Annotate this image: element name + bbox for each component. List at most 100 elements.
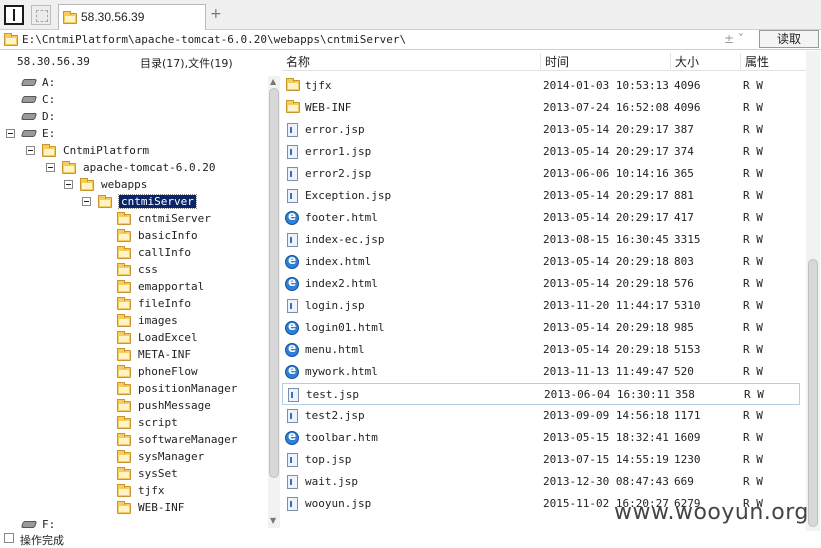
file-name: error2.jsp <box>305 167 372 180</box>
file-attr: R W <box>743 431 763 444</box>
file-size: 1609 <box>674 431 701 444</box>
file-row[interactable]: mywork.html 2013-11-13 11:49:47 520 R W <box>282 361 800 383</box>
file-scroll-thumb[interactable] <box>808 259 818 527</box>
file-row[interactable]: error1.jsp 2013-05-14 20:29:17 374 R W <box>282 141 800 163</box>
col-time[interactable]: 时间 <box>540 53 569 69</box>
add-tab-button[interactable]: + <box>210 6 222 22</box>
tree-label: cntmiServer <box>118 194 197 209</box>
folder-icon <box>63 11 77 24</box>
tree-drive[interactable]: D: <box>0 108 268 125</box>
tree-label: phoneFlow <box>138 365 198 378</box>
folder-icon <box>117 212 131 225</box>
tree-folder[interactable]: basicInfo <box>0 227 268 244</box>
file-time: 2013-12-30 08:47:43 <box>543 475 669 488</box>
file-row[interactable]: WEB-INF 2013-07-24 16:52:08 4096 R W <box>282 97 800 119</box>
file-row[interactable]: index2.html 2013-05-14 20:29:18 576 R W <box>282 273 800 295</box>
tree-label: sysSet <box>138 467 178 480</box>
tree-folder[interactable]: LoadExcel <box>0 329 268 346</box>
tree-folder[interactable]: fileInfo <box>0 295 268 312</box>
folder-icon <box>117 501 131 514</box>
tree-label: pushMessage <box>138 399 211 412</box>
file-size: 985 <box>674 321 694 334</box>
file-row[interactable]: toolbar.htm 2013-05-15 18:32:41 1609 R W <box>282 427 800 449</box>
file-name: menu.html <box>305 343 365 356</box>
tree-folder[interactable]: emapportal <box>0 278 268 295</box>
col-size[interactable]: 大小 <box>670 53 699 69</box>
left-header: 58.30.56.39 目录(17),文件(19) <box>0 51 278 71</box>
file-name: tjfx <box>305 79 332 92</box>
file-row[interactable]: error.jsp 2013-05-14 20:29:17 387 R W <box>282 119 800 141</box>
tree-folder[interactable]: css <box>0 261 268 278</box>
file-attr: R W <box>743 101 763 114</box>
jsp-file-icon <box>288 388 299 402</box>
tree-folder[interactable]: sysSet <box>0 465 268 482</box>
file-scrollbar[interactable] <box>806 51 820 531</box>
tree-folder[interactable]: apache-tomcat-6.0.20 <box>0 159 268 176</box>
tree-folder[interactable]: phoneFlow <box>0 363 268 380</box>
col-attr[interactable]: 属性 <box>740 53 769 69</box>
file-row[interactable]: index.html 2013-05-14 20:29:18 803 R W <box>282 251 800 273</box>
tree-folder[interactable]: positionManager <box>0 380 268 397</box>
file-row[interactable]: login.jsp 2013-11-20 11:44:17 5310 R W <box>282 295 800 317</box>
tree-folder[interactable]: pushMessage <box>0 397 268 414</box>
tab-bar: 58.30.56.39 + <box>0 0 821 30</box>
tree-folder[interactable]: WEB-INF <box>0 499 268 516</box>
file-attr: R W <box>743 189 763 202</box>
file-row[interactable]: menu.html 2013-05-14 20:29:18 5153 R W <box>282 339 800 361</box>
tree-label: tjfx <box>138 484 165 497</box>
tree-drive[interactable]: F: <box>0 516 268 533</box>
tree-folder-selected[interactable]: cntmiServer <box>0 193 268 210</box>
address-dropdown-icon[interactable]: ± ˅ <box>724 32 744 46</box>
tree-folder[interactable]: softwareManager <box>0 431 268 448</box>
tree-folder[interactable]: tjfx <box>0 482 268 499</box>
tree-drive[interactable]: A: <box>0 74 268 91</box>
address-input[interactable]: E:\CntmiPlatform\apache-tomcat-6.0.20\we… <box>22 33 406 46</box>
blank-page-icon[interactable] <box>31 5 51 25</box>
scroll-down-icon[interactable]: ▼ <box>270 516 276 525</box>
expander-icon[interactable] <box>6 129 15 138</box>
tree-folder[interactable]: images <box>0 312 268 329</box>
file-row[interactable]: wait.jsp 2013-12-30 08:47:43 669 R W <box>282 471 800 493</box>
tree-folder[interactable]: sysManager <box>0 448 268 465</box>
tree-drive[interactable]: C: <box>0 91 268 108</box>
drive-icon <box>20 79 38 86</box>
file-name: toolbar.htm <box>305 431 378 444</box>
directory-tree: A: C: D: E: CntmiPlatform apache-tomcat-6.0.2… <box>0 72 268 532</box>
file-row[interactable]: top.jsp 2013-07-15 14:55:19 1230 R W <box>282 449 800 471</box>
html-file-icon <box>285 275 299 291</box>
tree-folder[interactable]: callInfo <box>0 244 268 261</box>
file-row[interactable]: test2.jsp 2013-09-09 14:56:18 1171 R W <box>282 405 800 427</box>
tree-folder[interactable]: script <box>0 414 268 431</box>
expander-icon[interactable] <box>46 163 55 172</box>
expander-icon[interactable] <box>82 197 91 206</box>
tab-host[interactable]: 58.30.56.39 <box>58 4 206 30</box>
folder-icon <box>117 348 131 361</box>
col-name[interactable]: 名称 <box>282 53 310 69</box>
tree-folder[interactable]: CntmiPlatform <box>0 142 268 159</box>
file-size: 3315 <box>674 233 701 246</box>
expander-icon[interactable] <box>26 146 35 155</box>
scroll-up-icon[interactable]: ▲ <box>270 77 276 86</box>
tree-folder[interactable]: cntmiServer <box>0 210 268 227</box>
file-row[interactable]: index-ec.jsp 2013-08-15 16:30:45 3315 R W <box>282 229 800 251</box>
file-row[interactable]: tjfx 2014-01-03 10:53:13 4096 R W <box>282 75 800 97</box>
file-row[interactable]: Exception.jsp 2013-05-14 20:29:17 881 R W <box>282 185 800 207</box>
file-row[interactable]: error2.jsp 2013-06-06 10:14:16 365 R W <box>282 163 800 185</box>
tree-scroll-thumb[interactable] <box>269 88 279 478</box>
jsp-file-icon <box>287 233 298 247</box>
tree-folder[interactable]: META-INF <box>0 346 268 363</box>
file-row[interactable]: login01.html 2013-05-14 20:29:18 985 R W <box>282 317 800 339</box>
tree-folder[interactable]: webapps <box>0 176 268 193</box>
file-row[interactable]: footer.html 2013-05-14 20:29:17 417 R W <box>282 207 800 229</box>
file-attr: R W <box>743 255 763 268</box>
file-row[interactable]: test.jsp 2013-06-04 16:30:11 358 R W <box>282 383 800 405</box>
file-attr: R W <box>743 233 763 246</box>
tree-scrollbar[interactable]: ▲ ▼ <box>268 76 280 528</box>
file-size: 387 <box>674 123 694 136</box>
panel-toggle-icon[interactable] <box>4 5 24 25</box>
read-button[interactable]: 读取 <box>759 30 819 48</box>
tree-drive[interactable]: E: <box>0 125 268 142</box>
html-file-icon <box>285 209 299 225</box>
tree-label: D: <box>42 110 56 123</box>
expander-icon[interactable] <box>64 180 73 189</box>
